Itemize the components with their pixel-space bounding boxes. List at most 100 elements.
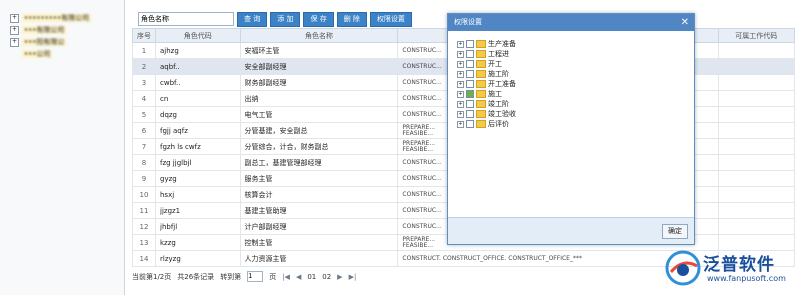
role-code: hsxj (155, 186, 241, 203)
row-index: 12 (132, 218, 156, 235)
row-index: 8 (132, 154, 156, 171)
role-code: jjzgz1 (155, 202, 241, 219)
expand-icon[interactable]: + (10, 37, 19, 47)
role-code: cwbf.. (155, 74, 241, 91)
tree-node[interactable]: + •••••••••有限公司 (0, 12, 124, 24)
expand-icon[interactable]: + (10, 25, 19, 35)
permission-label: 竣工阶 (488, 100, 509, 108)
role-code: dqzg (155, 106, 241, 123)
col-role-code: 角色代码 (155, 28, 241, 43)
flow-code-cell (717, 106, 796, 123)
expand-icon[interactable]: + (457, 100, 464, 108)
role-name-search-input[interactable] (138, 12, 234, 26)
row-index: 7 (132, 138, 156, 155)
record-count: 共26条记录 (177, 272, 215, 281)
first-page-icon[interactable]: |◀ (282, 273, 290, 281)
permission-checkbox[interactable] (466, 110, 474, 118)
permission-item[interactable]: + 生产准备 (448, 39, 694, 49)
expand-icon[interactable]: + (457, 40, 464, 48)
dialog-titlebar: 权限设置 ✕ (448, 14, 694, 31)
page-link-1[interactable]: 01 (307, 273, 316, 281)
close-icon[interactable]: ✕ (681, 14, 689, 31)
expand-icon[interactable]: + (457, 110, 464, 118)
role-name: 出纳 (239, 90, 399, 107)
page-unit: 页 (269, 272, 277, 281)
row-index: 11 (132, 202, 156, 219)
page-link-2[interactable]: 02 (322, 273, 331, 281)
expand-icon[interactable]: + (457, 90, 464, 98)
row-index: 13 (132, 234, 156, 251)
permission-item[interactable]: + 施工 (448, 89, 694, 99)
last-page-icon[interactable]: ▶| (349, 273, 357, 281)
flow-code-cell (717, 90, 796, 107)
permission-label: 后评价 (488, 120, 509, 128)
expand-icon[interactable]: + (457, 120, 464, 128)
folder-icon (476, 70, 486, 78)
dialog-footer: 确定 (448, 217, 694, 244)
save-button[interactable]: 保 存 (303, 12, 334, 27)
folder-icon (476, 90, 486, 98)
tree-node[interactable]: + •••有限公司 (0, 24, 124, 36)
flow-code-cell (717, 170, 796, 187)
role-name: 安福环主管 (239, 42, 399, 59)
expand-icon[interactable]: + (457, 50, 464, 58)
logo-text: 泛普软件 (703, 255, 775, 275)
confirm-button[interactable]: 确定 (662, 224, 688, 239)
permission-dialog: 权限设置 ✕ + 生产准备 + 工程进 + 开工 + 施工阶 + 开工准备 + 施工 + 竣工阶 + 竣工验收… (447, 13, 695, 245)
flow-code-cell (717, 154, 796, 171)
permission-checkbox[interactable] (466, 40, 474, 48)
row-index: 6 (132, 122, 156, 139)
permission-checkbox[interactable] (466, 80, 474, 88)
role-code: gyzg (155, 170, 241, 187)
tree-node[interactable]: •••公司 (0, 48, 124, 60)
role-code: cn (155, 90, 241, 107)
row-index: 2 (132, 58, 156, 75)
expand-icon[interactable]: + (457, 70, 464, 78)
role-name: 人力资源主管 (239, 250, 399, 267)
permission-item[interactable]: + 开工 (448, 59, 694, 69)
permission-label: 施工阶 (488, 70, 509, 78)
expand-icon[interactable]: + (457, 60, 464, 68)
permission-item[interactable]: + 工程进 (448, 49, 694, 59)
prev-page-icon[interactable]: ◀ (296, 273, 301, 281)
row-index: 10 (132, 186, 156, 203)
permission-item[interactable]: + 后评价 (448, 119, 694, 129)
permission-label: 工程进 (488, 50, 509, 58)
flow-code-cell (717, 58, 796, 75)
tree-node-label: •••阳有限公 (22, 38, 67, 46)
flow-code-cell (717, 218, 796, 235)
page-number-input[interactable] (247, 271, 264, 282)
role-name: 分管基建，安全副总 (239, 122, 399, 139)
permission-checkbox[interactable] (466, 90, 474, 98)
permission-checkbox[interactable] (466, 50, 474, 58)
expand-icon[interactable]: + (457, 80, 464, 88)
permission-item[interactable]: + 竣工验收 (448, 109, 694, 119)
permission-item[interactable]: + 竣工阶 (448, 99, 694, 109)
folder-icon (476, 120, 486, 128)
folder-icon (476, 100, 486, 108)
role-name: 分管综合，计合，财务副总 (239, 138, 399, 155)
query-button[interactable]: 查 询 (237, 12, 268, 27)
permission-item[interactable]: + 施工阶 (448, 69, 694, 79)
expand-icon[interactable]: + (10, 13, 19, 23)
permission-settings-button[interactable]: 权限设置 (369, 12, 412, 27)
role-name: 核算会计 (239, 186, 399, 203)
permission-checkbox[interactable] (466, 120, 474, 128)
flow-code-cell (717, 122, 796, 139)
permission-checkbox[interactable] (466, 70, 474, 78)
row-index: 3 (132, 74, 156, 91)
tree-node[interactable]: + •••阳有限公 (0, 36, 124, 48)
permission-checkbox[interactable] (466, 100, 474, 108)
permission-item[interactable]: + 开工准备 (448, 79, 694, 89)
permission-checkbox[interactable] (466, 60, 474, 68)
permission-label: 生产准备 (488, 40, 516, 48)
folder-icon (476, 60, 486, 68)
role-name: 服务主管 (239, 170, 399, 187)
folder-icon (476, 40, 486, 48)
role-code: kzzg (155, 234, 241, 251)
delete-button[interactable]: 删 除 (336, 12, 367, 27)
role-name: 财务部副经理 (239, 74, 399, 91)
next-page-icon[interactable]: ▶ (337, 273, 342, 281)
add-button[interactable]: 添 加 (270, 12, 301, 27)
org-tree-panel: + •••••••••有限公司 + •••有限公司 + •••阳有限公 •••公司 (0, 0, 125, 295)
